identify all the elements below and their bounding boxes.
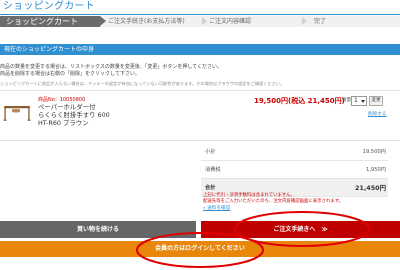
checkout-steps: ショッピングカート ご注文手続き(お支払方法等) ご注文内容確認 完了: [0, 16, 400, 27]
subtotal-value: 19,500円: [362, 149, 386, 155]
change-quantity-button[interactable]: 変更: [369, 96, 383, 106]
cart-section-title: 現在のショッピングカートの中身: [4, 46, 95, 53]
item-divider: [0, 140, 400, 141]
quantity-select[interactable]: 1: [351, 96, 367, 106]
title-divider: [0, 14, 400, 15]
continue-shopping-button[interactable]: 買い物を続ける: [0, 221, 196, 238]
proceed-to-checkout-button[interactable]: ご注文手続きへ ≫: [201, 221, 400, 238]
step-cart: ショッピングカート: [0, 16, 106, 27]
tax-row: 消費税 1,950円: [201, 161, 388, 179]
product-name-line[interactable]: ペーパーホルダー付: [38, 104, 95, 111]
product-image[interactable]: [3, 104, 31, 122]
instruction-change-quantity: 商品の数量を変更する場合は、リストボックスの数量を変更後、「変更」ボタンを押して…: [0, 64, 223, 70]
instruction-delete-item: 商品を削除する場合は右側の「削除」をクリックして下さい。: [0, 71, 140, 77]
product-name-line[interactable]: HT-R60 ブラウン: [38, 120, 89, 127]
shipping-notice: 配送先等をご入力いただいたのち、注文内容確認画面に表示されます。: [203, 199, 344, 204]
step-separator-arrow: [302, 17, 307, 25]
fee-notice: 上記に代引・決済手数料は含まれていません。: [203, 193, 295, 198]
step-separator-arrow: [202, 17, 207, 25]
chevron-down-icon: [361, 100, 365, 103]
step-cart-label: ショッピングカート: [6, 17, 78, 26]
quantity-value: 1: [354, 97, 358, 104]
shipping-fee-link[interactable]: » 送料を確認: [203, 206, 230, 212]
delete-item-link[interactable]: 削除する: [368, 112, 386, 118]
member-login-button[interactable]: 会員の方はログインしてください: [0, 241, 400, 257]
tax-value: 1,950円: [365, 167, 386, 173]
cookie-note: ショッピングカートに商品が入らない場合は、クッキーの設定が有効になっていない可能…: [0, 81, 285, 86]
quantity-label: 数量: [342, 98, 351, 103]
order-summary: 小計 19,500円 消費税 1,950円 合計 21,450円: [201, 143, 388, 197]
page-title: ショッピングカート: [3, 1, 95, 12]
subtotal-label: 小計: [205, 149, 216, 155]
tax-label: 消費税: [205, 167, 221, 173]
step-confirm: ご注文内容確認: [209, 18, 252, 25]
item-price: 19,500円(税込 21,450円): [254, 97, 345, 105]
subtotal-row: 小計 19,500円: [201, 143, 388, 161]
step-order-procedure: ご注文手続き(お支払方法等): [108, 18, 185, 25]
cart-section-header: 現在のショッピングカートの中身: [0, 44, 400, 55]
step-complete: 完了: [314, 18, 327, 25]
product-name-line[interactable]: らくらく肘掛手すり 600: [38, 112, 110, 119]
item-divider: [0, 90, 400, 91]
total-value: 21,450円: [354, 184, 386, 192]
total-label: 合計: [205, 185, 216, 191]
